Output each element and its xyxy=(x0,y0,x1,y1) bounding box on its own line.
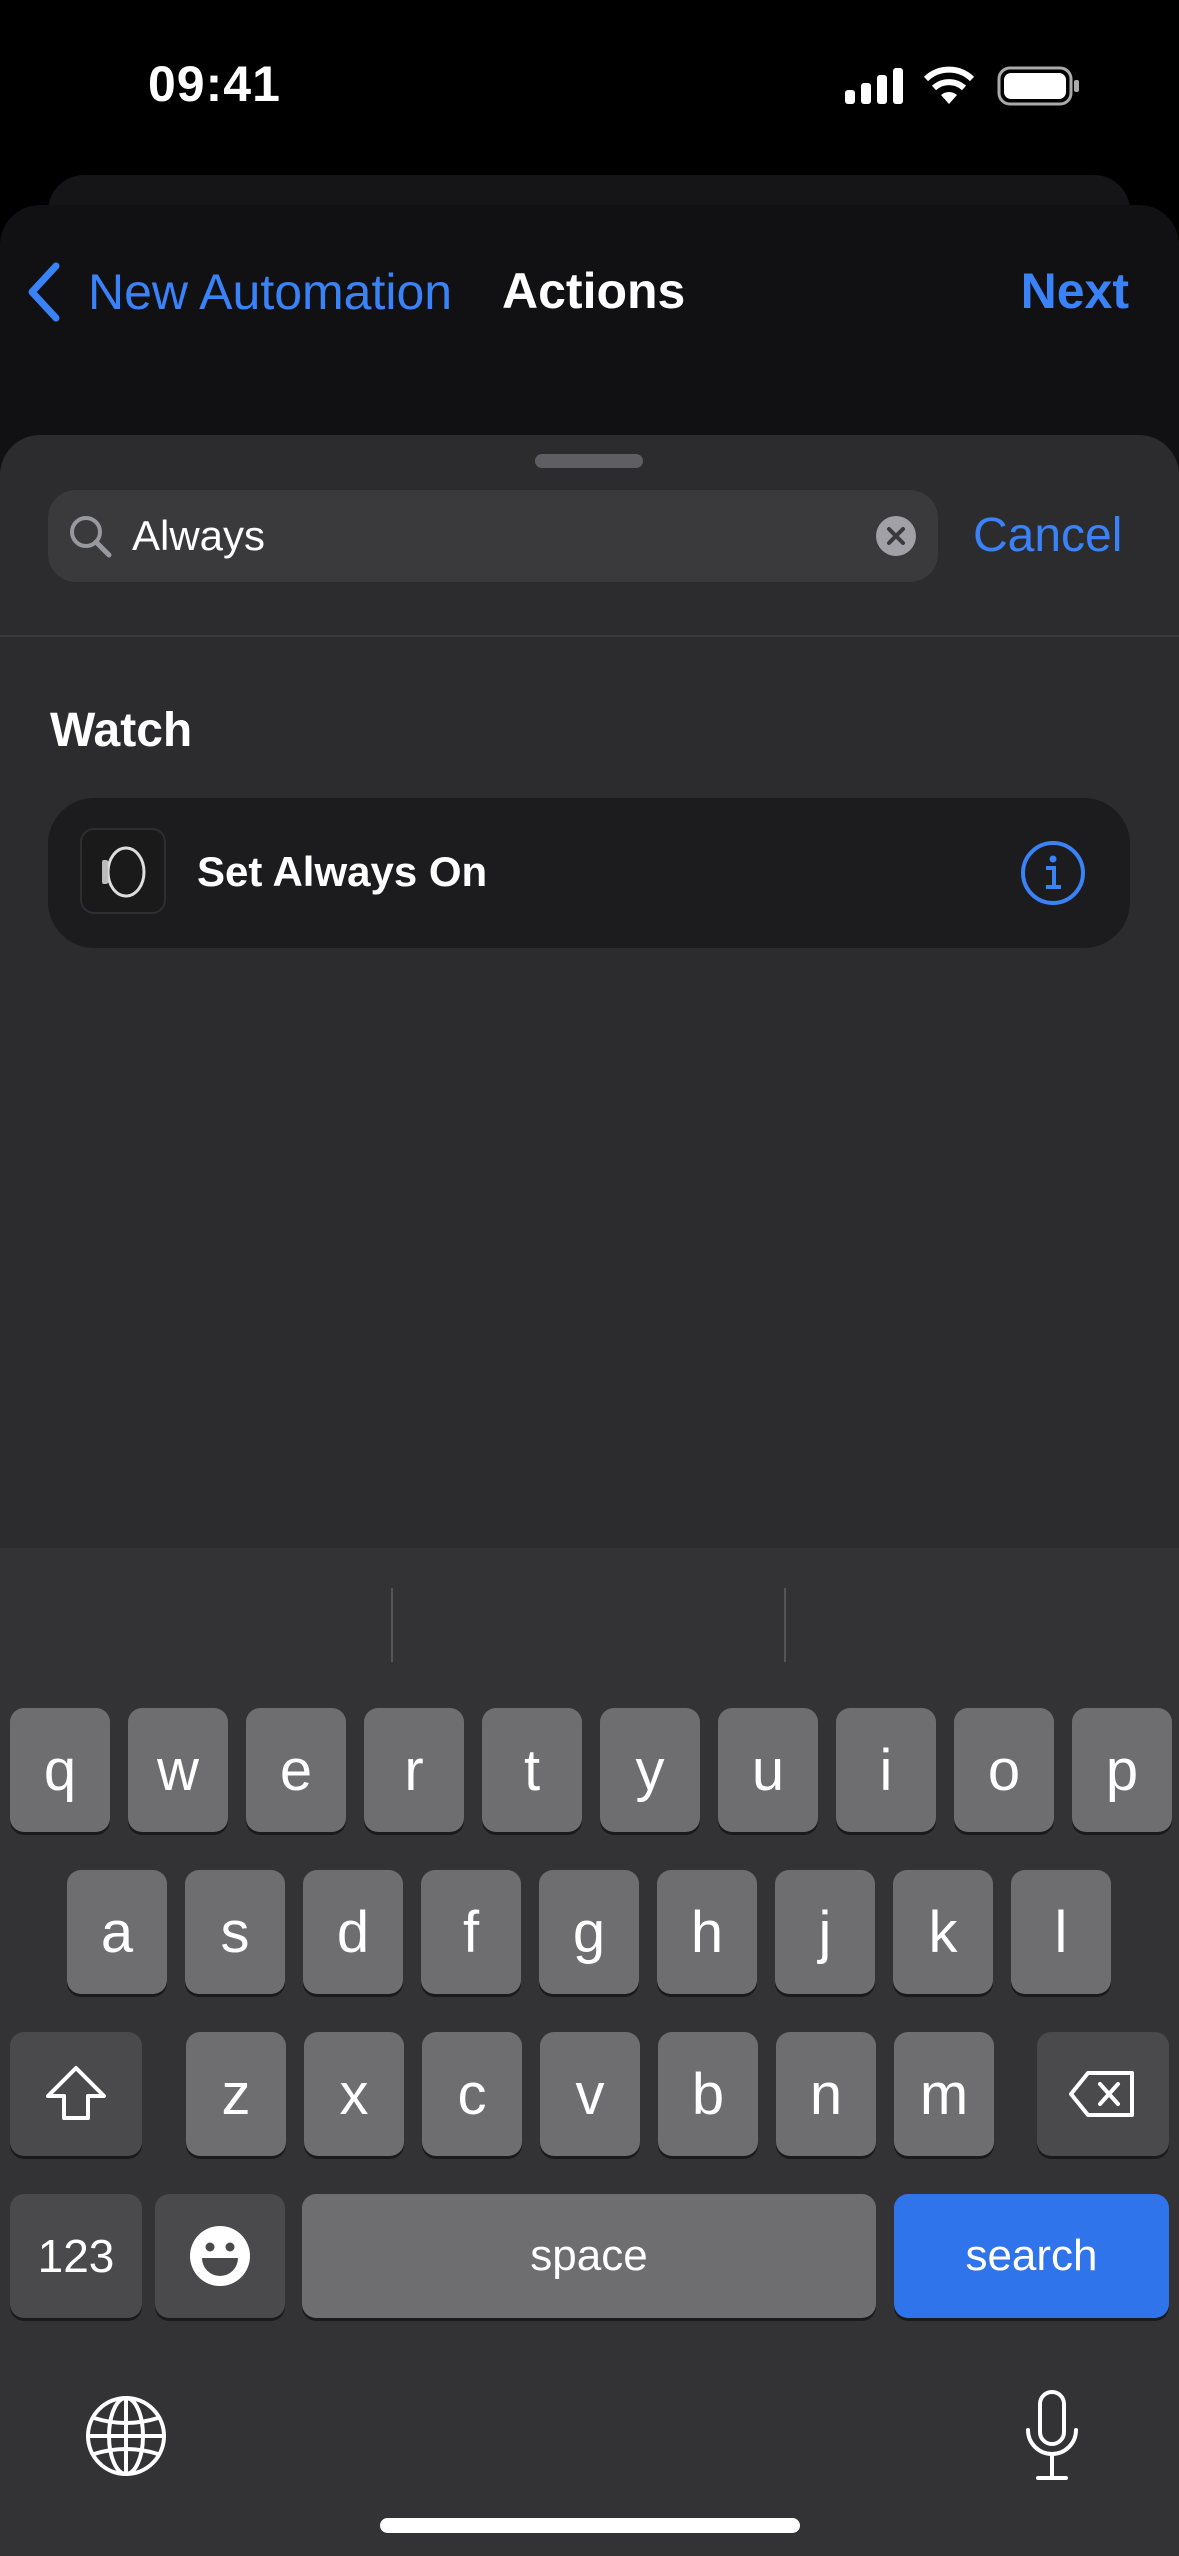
delete-icon xyxy=(1069,2071,1134,2117)
back-label: New Automation xyxy=(88,264,453,320)
key-u[interactable]: u xyxy=(718,1708,818,1832)
key-f[interactable]: f xyxy=(421,1870,521,1994)
wifi-icon xyxy=(922,64,976,111)
key-r[interactable]: r xyxy=(364,1708,464,1832)
section-title: Watch xyxy=(50,704,193,757)
divider xyxy=(0,635,1179,637)
key-e[interactable]: e xyxy=(246,1708,346,1832)
shift-icon xyxy=(46,2066,106,2120)
key-p[interactable]: p xyxy=(1072,1708,1172,1832)
key-h[interactable]: h xyxy=(657,1870,757,1994)
emoji-key[interactable] xyxy=(155,2194,285,2318)
key-t[interactable]: t xyxy=(482,1708,582,1832)
key-m[interactable]: m xyxy=(894,2032,994,2156)
back-button[interactable]: New Automation xyxy=(24,262,452,322)
key-a[interactable]: a xyxy=(67,1870,167,1994)
clear-icon[interactable] xyxy=(876,516,916,556)
action-item-set-always-on[interactable]: Set Always On xyxy=(48,798,1130,948)
next-button[interactable]: Next xyxy=(1021,262,1129,320)
battery-icon xyxy=(997,66,1081,111)
key-o[interactable]: o xyxy=(954,1708,1054,1832)
cellular-signal-icon xyxy=(845,66,905,111)
key-x[interactable]: x xyxy=(304,2032,404,2156)
cancel-button[interactable]: Cancel xyxy=(973,508,1122,563)
key-w[interactable]: w xyxy=(128,1708,228,1832)
suggestion-divider xyxy=(784,1588,786,1662)
key-i[interactable]: i xyxy=(836,1708,936,1832)
microphone-icon[interactable] xyxy=(1022,2390,1082,2482)
emoji-icon xyxy=(190,2226,250,2286)
apple-watch-icon xyxy=(80,828,166,914)
action-search-sheet xyxy=(0,435,1179,1635)
search-field[interactable]: Always xyxy=(48,490,938,582)
key-c[interactable]: c xyxy=(422,2032,522,2156)
key-g[interactable]: g xyxy=(539,1870,639,1994)
key-q[interactable]: q xyxy=(10,1708,110,1832)
key-z[interactable]: z xyxy=(186,2032,286,2156)
search-input[interactable]: Always xyxy=(132,512,265,560)
key-y[interactable]: y xyxy=(600,1708,700,1832)
key-b[interactable]: b xyxy=(658,2032,758,2156)
key-d[interactable]: d xyxy=(303,1870,403,1994)
key-l[interactable]: l xyxy=(1011,1870,1111,1994)
key-k[interactable]: k xyxy=(893,1870,993,1994)
key-n[interactable]: n xyxy=(776,2032,876,2156)
delete-key[interactable] xyxy=(1037,2032,1169,2156)
space-key[interactable]: space xyxy=(302,2194,876,2318)
search-icon xyxy=(70,516,112,558)
search-key[interactable]: search xyxy=(894,2194,1169,2318)
key-v[interactable]: v xyxy=(540,2032,640,2156)
chevron-left-icon xyxy=(28,262,60,322)
numbers-key[interactable]: 123 xyxy=(10,2194,142,2318)
info-icon[interactable] xyxy=(1020,840,1086,906)
shift-key[interactable] xyxy=(10,2032,142,2156)
sheet-grabber[interactable] xyxy=(535,454,643,468)
home-indicator xyxy=(380,2518,800,2533)
key-s[interactable]: s xyxy=(185,1870,285,1994)
page-title: Actions xyxy=(502,263,686,319)
action-label: Set Always On xyxy=(197,848,488,895)
suggestion-divider xyxy=(391,1588,393,1662)
status-time: 09:41 xyxy=(148,56,281,112)
globe-icon[interactable] xyxy=(86,2396,166,2476)
key-j[interactable]: j xyxy=(775,1870,875,1994)
